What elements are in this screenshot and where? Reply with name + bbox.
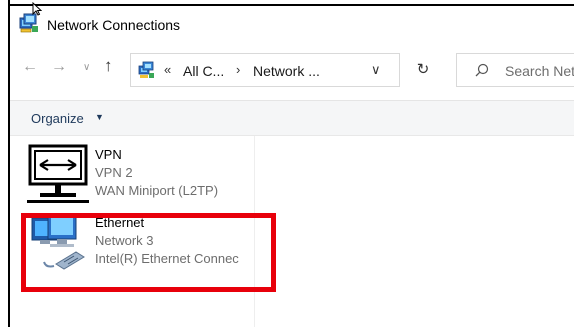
address-overflow-button[interactable]: « [164, 62, 171, 77]
address-bar[interactable]: « All C... › Network ... ∨ [130, 53, 400, 87]
network-folder-icon [138, 61, 154, 78]
connection-network: Network 3 [95, 233, 154, 248]
search-icon [475, 63, 489, 77]
connection-device: WAN Miniport (L2TP) [95, 183, 219, 198]
forward-arrow-icon[interactable]: → [51, 58, 67, 76]
connection-name: VPN [95, 147, 122, 162]
address-dropdown-icon[interactable]: ∨ [371, 62, 381, 78]
connections-list: VPN VPN 2 WAN Miniport (L2TP) Ethernet N… [10, 136, 574, 327]
refresh-icon[interactable]: ↻ [408, 53, 438, 87]
organize-menu-button[interactable]: Organize [31, 111, 84, 126]
breadcrumb-network-connections[interactable]: Network ... [253, 63, 320, 79]
organize-caret-icon[interactable]: ▼ [95, 112, 104, 122]
recent-locations-chevron-icon[interactable]: ∨ [83, 62, 90, 73]
back-arrow-icon[interactable]: ← [22, 58, 38, 76]
breadcrumb-all-control-panel[interactable]: All C... [183, 63, 224, 79]
ethernet-adapter-icon [31, 214, 85, 270]
command-bar: Organize ▼ [10, 101, 574, 136]
search-input-placeholder: Search Net [505, 63, 574, 79]
connection-item-ethernet[interactable]: Ethernet Network 3 Intel(R) Ethernet Con… [26, 212, 256, 274]
window-title: Network Connections [47, 17, 181, 33]
navigation-row: ← → ∨ ↑ « All C... › Network ... ∨ ↻ Sea… [10, 50, 574, 90]
connection-item-vpn[interactable]: VPN VPN 2 WAN Miniport (L2TP) [26, 144, 256, 206]
breadcrumb-separator-icon[interactable]: › [236, 62, 240, 77]
connection-name: Ethernet [95, 215, 145, 230]
mouse-cursor-icon [32, 2, 42, 16]
explorer-window: Network Connections ← → ∨ ↑ « All C... ›… [10, 2, 574, 327]
up-arrow-icon[interactable]: ↑ [104, 56, 113, 76]
screen-edge-left [0, 0, 10, 327]
connection-device: Intel(R) Ethernet Connec [95, 251, 239, 266]
title-bar[interactable]: Network Connections [10, 2, 574, 44]
vpn-monitor-icon [27, 144, 89, 203]
connection-network: VPN 2 [95, 165, 133, 180]
search-box[interactable]: Search Net [456, 53, 574, 87]
